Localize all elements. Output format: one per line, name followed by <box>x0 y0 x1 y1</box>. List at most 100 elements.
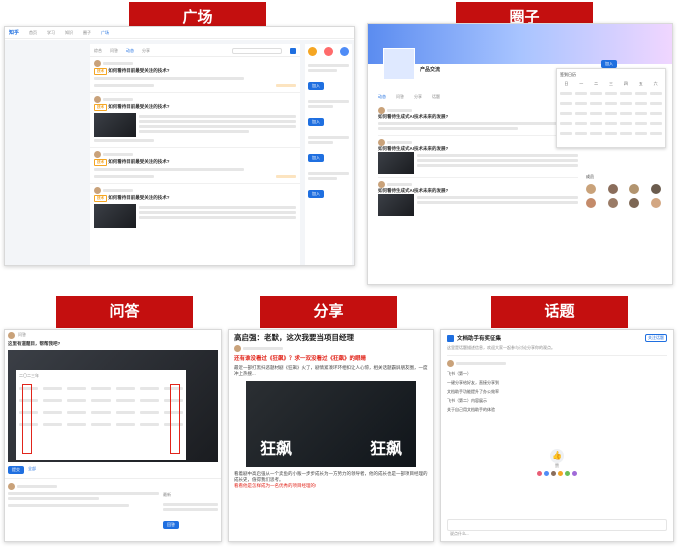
weekday: 五 <box>638 81 643 86</box>
member-avatar[interactable] <box>586 184 596 194</box>
tab-active[interactable]: 动态 <box>126 48 134 54</box>
content-line: 关于自己用文档助手的体验 <box>447 407 495 412</box>
post-item[interactable]: 技术 如何看待目前最受关注的技术? <box>90 57 300 93</box>
tab[interactable]: 最新 <box>163 492 171 497</box>
join-button[interactable]: 加入 <box>308 154 324 162</box>
weekday: 六 <box>653 81 658 86</box>
calendar-header: 二〇二三年 <box>19 373 39 378</box>
avatar <box>378 181 385 188</box>
answer-list <box>8 483 159 531</box>
plaza-feed: 综合 问答 动态 分享 技术 如何看待目前最受关注的技术? 技术 如何看待目前最… <box>90 44 300 265</box>
content-line: 一键分享给好友，直接分享到 <box>447 380 499 385</box>
poster-title: 狂飙 <box>260 439 293 458</box>
weekday: 四 <box>623 81 628 86</box>
answer-button[interactable]: 回答 <box>163 521 179 529</box>
share-panel: 高启强：老默，这次我要当项目经理 还有谁没看过《狂飙》？求一双没看过《狂飙》的眼… <box>228 329 434 542</box>
post-item[interactable]: 如何看待生成式AI技术未来的发展? <box>378 178 578 219</box>
label-share: 分享 <box>260 296 397 328</box>
shortcut-icon[interactable] <box>324 47 333 56</box>
member-avatar[interactable] <box>629 184 639 194</box>
avatar <box>378 139 385 146</box>
calendar-title: 签到日历 <box>560 72 576 77</box>
topic-description: 这里是话题描述信息，欢迎大家一起参与讨论分享你的观点。 <box>447 345 555 350</box>
members-title: 成员 <box>586 174 594 179</box>
question-title[interactable]: 这里有道题目，帮帮我吧? <box>5 340 221 348</box>
tab[interactable]: 综合 <box>94 48 102 54</box>
circle-name: 产品交流 <box>420 67 441 73</box>
share-highlight: 看看他是怎样成为一名优秀的项目经理的! <box>234 483 317 488</box>
member-avatar[interactable] <box>650 184 661 194</box>
post-item[interactable]: 技术 如何看待目前最受关注的技术? <box>90 148 300 184</box>
highlight-box <box>170 384 180 454</box>
weekday: 三 <box>608 81 613 86</box>
post-tag: 技术 <box>94 68 107 75</box>
avatar <box>8 331 15 339</box>
thumbs-up-icon[interactable]: 👍 <box>550 449 564 463</box>
tab[interactable]: 分享 <box>142 48 150 54</box>
post-thumbnail[interactable] <box>378 152 414 174</box>
topic-panel: 文档助手有奖征集 关注话题 这里是话题描述信息，欢迎大家一起参与讨论分享你的观点… <box>440 329 674 542</box>
plaza-top-nav: 知乎 首页 学习 知识 圈子 广场 <box>5 27 354 39</box>
label-qa: 问答 <box>56 296 193 328</box>
nav-item[interactable]: 首页 <box>29 30 37 36</box>
post-item[interactable]: 如何看待生成式AI技术未来的发展? <box>378 104 578 136</box>
nav-item[interactable]: 学习 <box>47 30 55 36</box>
shortcut-icon[interactable] <box>308 47 317 56</box>
content-line: 文档助手功能提升了办公效率 <box>447 389 499 394</box>
weekday: 日 <box>564 81 569 86</box>
join-button[interactable]: 加入 <box>308 118 324 126</box>
post-title[interactable]: 如何看待目前最受关注的技术? <box>108 104 169 109</box>
post-item[interactable]: 技术 如何看待目前最受关注的技术? <box>90 184 300 231</box>
share-subtitle: 还有谁没看过《狂飙》？求一双没看过《狂飙》的眼睛 <box>234 356 367 362</box>
member-avatar[interactable] <box>629 198 639 208</box>
plaza-sidebar: 加入 加入 加入 加入 <box>305 44 352 265</box>
share-body: 最近一部打黑扫恶题材剧《狂飙》火了，剧情紧凑环环相扣让人心惊，相关话题霸屏朋友圈… <box>234 365 428 376</box>
submit-button[interactable]: 提交 <box>8 466 24 474</box>
post-title[interactable]: 如何看待目前最受关注的技术? <box>108 68 169 73</box>
post-item[interactable]: 技术 如何看待目前最受关注的技术? <box>90 93 300 148</box>
post-thumbnail[interactable] <box>378 194 414 216</box>
tab-active[interactable]: 动态 <box>378 94 386 100</box>
member-avatar[interactable] <box>607 184 618 194</box>
post-thumbnail[interactable] <box>94 204 136 228</box>
shortcut-icon[interactable] <box>340 47 349 56</box>
nav-item[interactable]: 知识 <box>65 30 73 36</box>
tab[interactable]: 问答 <box>110 48 118 54</box>
checkin-calendar: 签到日历 日 一 二 三 四 五 六 <box>556 68 666 148</box>
movie-poster: 狂飙 狂飙 <box>246 381 416 467</box>
post-tag: 技术 <box>94 159 107 166</box>
plaza-panel: 知乎 首页 学习 知识 圈子 广场 综合 问答 动态 分享 技术 如何看待目前最… <box>4 26 355 266</box>
join-button[interactable]: 加入 <box>308 82 324 90</box>
post-item[interactable]: 如何看待生成式AI技术未来的发展? <box>378 136 578 178</box>
plaza-logo[interactable]: 知乎 <box>9 29 19 36</box>
comment-placeholder: 说点什么... <box>450 531 470 536</box>
members-section: 成员 <box>586 174 668 208</box>
follow-button[interactable]: 关注话题 <box>645 334 667 342</box>
avatar <box>234 345 241 352</box>
search-input[interactable] <box>232 48 282 54</box>
content-line: 飞书（第一） <box>447 371 471 376</box>
nav-item[interactable]: 圈子 <box>83 30 91 36</box>
tab[interactable]: 话题 <box>432 94 440 100</box>
member-avatar[interactable] <box>650 198 661 208</box>
member-avatar[interactable] <box>586 198 596 208</box>
post-title[interactable]: 如何看待生成式AI技术未来的发展? <box>378 114 578 120</box>
member-avatar[interactable] <box>607 198 618 208</box>
tab[interactable]: 全部 <box>28 466 36 474</box>
join-button[interactable]: 加入 <box>601 60 617 68</box>
content-line: 飞书（第二）内容展示 <box>447 398 487 403</box>
share-body-2: 看着剧中高启强从一个卖鱼的小贩一步步成长为一方势力的领导者，他的成长也是一部项目… <box>234 471 428 482</box>
like-area: 👍 赞 <box>447 449 667 476</box>
post-thumbnail[interactable] <box>94 113 136 137</box>
tab[interactable]: 问答 <box>396 94 404 100</box>
label-topic: 话题 <box>491 296 628 328</box>
comment-input[interactable]: 说点什么... <box>447 519 667 536</box>
join-button[interactable]: 加入 <box>308 190 324 198</box>
tab[interactable]: 分享 <box>414 94 422 100</box>
avatar <box>94 96 101 103</box>
post-title[interactable]: 如何看待目前最受关注的技术? <box>108 159 169 164</box>
nav-item-active[interactable]: 广场 <box>101 30 109 36</box>
search-icon[interactable] <box>290 48 296 54</box>
post-tag: 技术 <box>94 195 107 202</box>
post-title[interactable]: 如何看待目前最受关注的技术? <box>108 195 169 200</box>
